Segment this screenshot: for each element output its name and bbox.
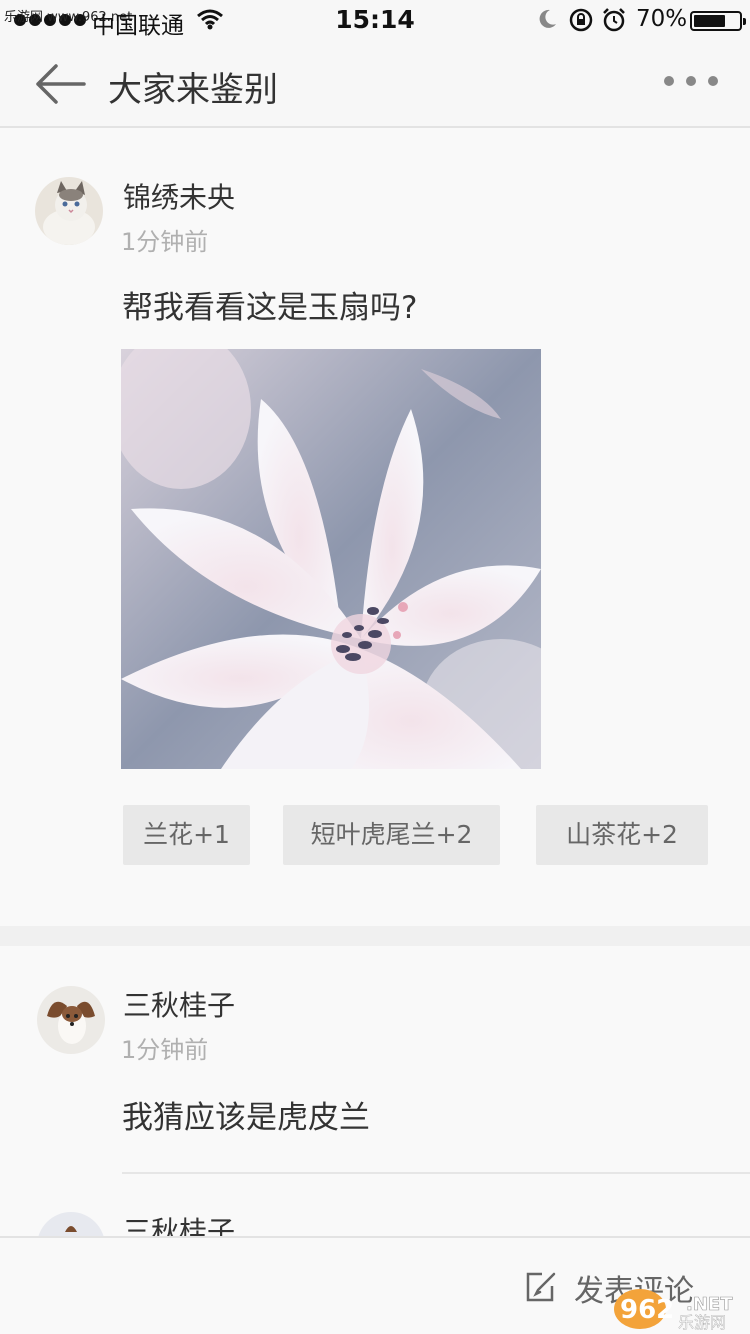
comment-content: 我猜应该是虎皮兰 [122,1100,370,1136]
section-separator [0,926,750,946]
svg-text:乐游网: 乐游网 [678,1313,726,1332]
bottom-bar: 发表评论 962 .NET 乐游网 [0,1236,750,1334]
flower-image [121,349,541,769]
more-dot-icon [664,76,674,86]
author-avatar[interactable] [35,177,103,245]
back-button[interactable] [30,60,90,108]
commenter-name[interactable]: 三秋桂子 [123,1210,235,1236]
author-name[interactable]: 锦绣未央 [123,176,235,216]
cat-avatar-icon [35,177,103,245]
alarm-icon [603,8,625,32]
tag-button[interactable]: 短叶虎尾兰+2 [283,805,500,865]
more-options-button[interactable] [664,76,724,92]
svg-text:.NET: .NET [686,1294,733,1315]
back-arrow-icon [36,64,86,104]
more-dot-icon [686,76,696,86]
comment-list: 三秋桂子 1分钟前 我猜应该是虎皮兰 三秋桂子 [0,946,750,1236]
commenter-avatar[interactable] [37,1212,105,1236]
dog-avatar-icon [37,1212,105,1236]
more-dot-icon [708,76,718,86]
moon-icon [539,9,556,28]
page-title: 大家来鉴别 [108,70,278,110]
edit-icon [526,1272,556,1302]
status-bar: 乐游网 www.962.net 中国联通 15:14 70% [0,0,750,40]
commenter-avatar[interactable] [37,986,105,1054]
tag-button[interactable]: 兰花+1 [123,805,250,865]
post-time: 1分钟前 [121,228,209,256]
rotation-lock-icon [569,8,593,32]
post-photo[interactable] [121,349,541,769]
comment-time: 1分钟前 [121,1036,209,1064]
commenter-name[interactable]: 三秋桂子 [123,984,235,1024]
navigation-bar: 大家来鉴别 [0,40,750,128]
post-card: 锦绣未央 1分钟前 帮我看看这是玉扇吗? 兰花+1 短叶虎尾兰+2 山茶花+2 [0,128,750,926]
post-content: 帮我看看这是玉扇吗? [122,290,418,326]
battery-percent: 70% [636,6,688,32]
comment-divider [122,1172,750,1174]
svg-text:962: 962 [620,1295,674,1325]
tag-button[interactable]: 山茶花+2 [536,805,708,865]
watermark-logo: 962 .NET 乐游网 [612,1286,748,1332]
battery-icon [690,11,746,31]
dog-avatar-icon [37,986,105,1054]
